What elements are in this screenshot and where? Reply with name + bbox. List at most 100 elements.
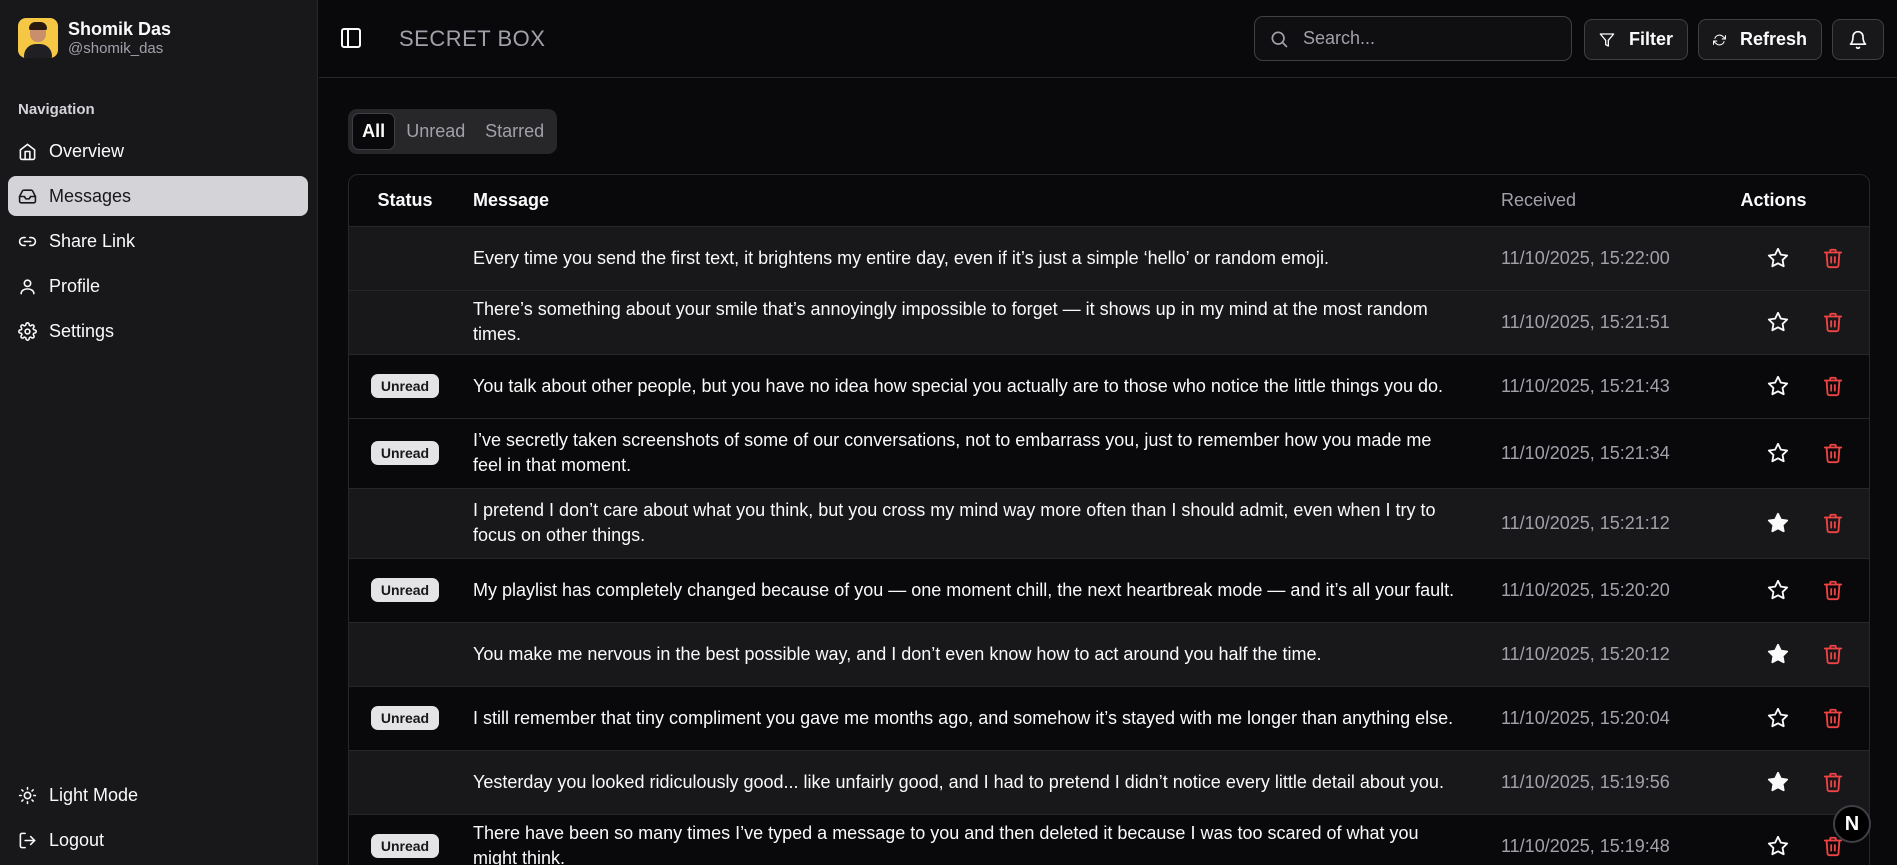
actions-cell — [1716, 488, 1869, 559]
table-row[interactable]: There’s something about your smile that’… — [349, 290, 1869, 355]
actions-cell — [1716, 750, 1869, 815]
received-timestamp: 11/10/2025, 15:22:00 — [1491, 226, 1716, 291]
message-text: I still remember that tiny compliment yo… — [461, 686, 1491, 751]
sidebar-item-label: Profile — [49, 275, 101, 296]
actions-cell — [1716, 622, 1869, 687]
status-cell — [349, 622, 461, 687]
page-title: SECRET BOX — [399, 26, 546, 51]
trash-icon[interactable] — [1822, 707, 1844, 729]
link-icon — [18, 236, 37, 246]
status-cell: Unread — [349, 814, 461, 865]
user-profile[interactable]: Shomik Das @shomik_das — [18, 18, 171, 58]
message-text: You make me nervous in the best possible… — [461, 622, 1491, 687]
bell-icon — [1849, 30, 1867, 49]
actions-cell — [1716, 354, 1869, 419]
star-icon[interactable] — [1767, 835, 1789, 857]
status-cell — [349, 750, 461, 815]
message-text: You talk about other people, but you hav… — [461, 354, 1491, 419]
user-handle: @shomik_das — [68, 40, 164, 57]
sidebar-item-label: Share Link — [49, 230, 136, 251]
trash-icon[interactable] — [1822, 375, 1844, 397]
table-row[interactable]: I pretend I don’t care about what you th… — [349, 488, 1869, 559]
sun-icon — [18, 786, 37, 804]
actions-cell — [1716, 558, 1869, 623]
received-timestamp: 11/10/2025, 15:21:34 — [1491, 418, 1716, 489]
star-icon[interactable] — [1767, 771, 1789, 793]
sidebar: Shomik Das @shomik_das Navigation Overvi… — [0, 0, 318, 865]
star-icon[interactable] — [1767, 442, 1789, 464]
sidebar-item-share-link[interactable]: Share Link — [8, 221, 308, 261]
sidebar-item-label: Messages — [49, 185, 132, 206]
table-row[interactable]: Unread I still remember that tiny complim… — [349, 686, 1869, 751]
actions-cell — [1716, 686, 1869, 751]
status-cell: Unread — [349, 686, 461, 751]
star-icon[interactable] — [1767, 311, 1789, 333]
trash-icon[interactable] — [1822, 442, 1844, 464]
home-icon — [19, 143, 36, 160]
table-row[interactable]: Unread I’ve secretly taken screenshots of… — [349, 418, 1869, 489]
status-cell — [349, 226, 461, 291]
light-mode-toggle[interactable]: Light Mode — [8, 775, 308, 815]
tab-starred[interactable]: Starred — [476, 113, 553, 150]
status-cell: Unread — [349, 558, 461, 623]
sidebar-item-profile[interactable]: Profile — [8, 266, 308, 306]
star-icon[interactable] — [1767, 579, 1789, 601]
message-text: Yesterday you looked ridiculously good..… — [461, 750, 1491, 815]
search-box[interactable] — [1254, 16, 1572, 61]
filter-button[interactable]: Filter — [1584, 19, 1688, 60]
sidebar-footer: Light Mode Logout — [8, 775, 308, 865]
received-timestamp: 11/10/2025, 15:19:48 — [1491, 814, 1716, 865]
table-row[interactable]: Unread There have been so many times I’ve… — [349, 814, 1869, 865]
logout-button[interactable]: Logout — [8, 820, 308, 860]
sidebar-item-overview[interactable]: Overview — [8, 131, 308, 171]
status-badge: Unread — [370, 441, 440, 465]
table-row[interactable]: Unread My playlist has completely changed… — [349, 558, 1869, 623]
top-header: SECRET BOX Filter Refresh — [319, 0, 1897, 78]
message-text: I pretend I don’t care about what you th… — [461, 488, 1491, 559]
star-icon[interactable] — [1767, 512, 1789, 534]
received-timestamp: 11/10/2025, 15:19:56 — [1491, 750, 1716, 815]
filter-icon — [1599, 32, 1615, 47]
message-text: Every time you send the first text, it b… — [461, 226, 1491, 291]
message-text: I’ve secretly taken screenshots of some … — [461, 418, 1491, 489]
status-badge: Unread — [370, 578, 440, 602]
trash-icon[interactable] — [1822, 311, 1844, 333]
sidebar-toggle-icon[interactable] — [339, 26, 363, 50]
star-icon[interactable] — [1767, 375, 1789, 397]
trash-icon[interactable] — [1822, 247, 1844, 269]
table-row[interactable]: Every time you send the first text, it b… — [349, 226, 1869, 291]
search-input[interactable] — [1303, 28, 1543, 49]
table-row[interactable]: Yesterday you looked ridiculously good..… — [349, 750, 1869, 815]
star-icon[interactable] — [1767, 247, 1789, 269]
message-text: My playlist has completely changed becau… — [461, 558, 1491, 623]
received-timestamp: 11/10/2025, 15:20:04 — [1491, 686, 1716, 751]
refresh-label: Refresh — [1739, 29, 1807, 49]
sidebar-item-messages[interactable]: Messages — [8, 176, 308, 216]
table-row[interactable]: You make me nervous in the best possible… — [349, 622, 1869, 687]
trash-icon[interactable] — [1822, 771, 1844, 793]
status-cell — [349, 290, 461, 355]
dev-tools-button[interactable]: N — [1833, 805, 1871, 843]
table-header-row: Status Message Received Actions — [349, 175, 1869, 227]
received-timestamp: 11/10/2025, 15:20:12 — [1491, 622, 1716, 687]
star-icon[interactable] — [1767, 707, 1789, 729]
star-icon[interactable] — [1767, 643, 1789, 665]
light-mode-label: Light Mode — [49, 784, 139, 805]
refresh-button[interactable]: Refresh — [1698, 19, 1822, 60]
sidebar-item-settings[interactable]: Settings — [8, 311, 308, 351]
nav-section-title: Navigation — [18, 101, 95, 118]
trash-icon[interactable] — [1822, 579, 1844, 601]
trash-icon[interactable] — [1822, 512, 1844, 534]
avatar — [18, 18, 58, 58]
notifications-button[interactable] — [1832, 19, 1884, 60]
sidebar-item-label: Settings — [49, 320, 115, 341]
tab-all[interactable]: All — [352, 113, 396, 150]
message-text: There’s something about your smile that’… — [461, 290, 1491, 355]
status-cell: Unread — [349, 354, 461, 419]
tab-unread[interactable]: Unread — [395, 113, 476, 150]
status-cell: Unread — [349, 418, 461, 489]
table-row[interactable]: Unread You talk about other people, but y… — [349, 354, 1869, 419]
trash-icon[interactable] — [1822, 643, 1844, 665]
user-icon — [20, 278, 35, 294]
gear-icon — [18, 321, 37, 341]
